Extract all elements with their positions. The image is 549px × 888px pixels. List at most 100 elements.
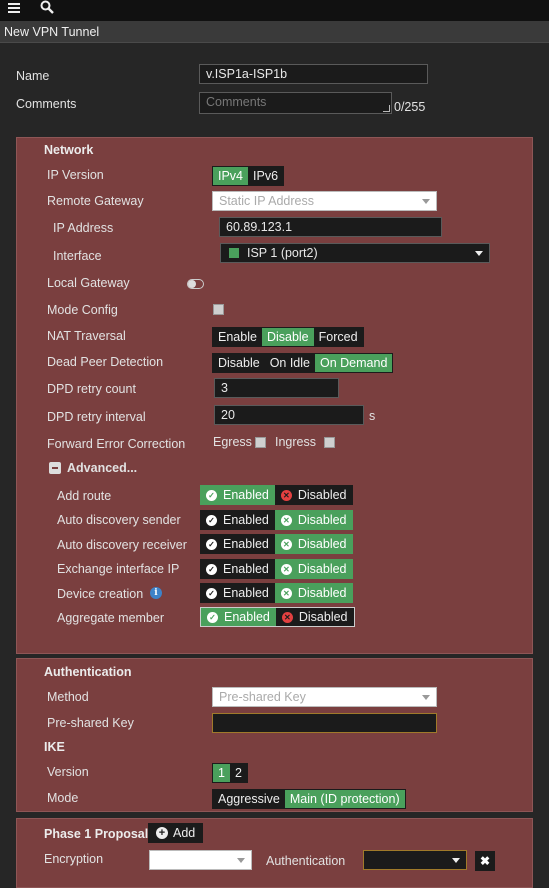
check-icon: ✓ [206, 489, 217, 501]
interface-select[interactable]: ISP 1 (port2) [220, 243, 490, 263]
chevron-down-icon [475, 251, 483, 256]
exchange-interface-ip-label: Exchange interface IP [57, 562, 180, 576]
check-icon: ✓ [206, 563, 217, 575]
check-icon: ✓ [207, 611, 218, 623]
auto-discovery-sender-disabled[interactable]: ✕ Disabled [274, 510, 353, 530]
dpd-disable[interactable]: Disable [213, 354, 265, 372]
ike-version-1[interactable]: 1 [213, 764, 230, 782]
chevron-down-icon [422, 695, 430, 700]
disabled-text: Disabled [297, 537, 347, 551]
dpd-on-demand[interactable]: On Demand [315, 354, 393, 372]
comments-textarea[interactable]: Comments [199, 92, 392, 114]
aggregate-member-disabled[interactable]: ✕ Disabled [276, 608, 354, 626]
psk-input[interactable] [212, 713, 437, 733]
check-icon: ✓ [206, 514, 217, 526]
auto-discovery-receiver-toggle: ✓ Enabled ✕ Disabled [200, 534, 353, 554]
local-gateway-switch[interactable] [187, 279, 204, 289]
add-route-enabled[interactable]: ✓ Enabled [200, 485, 275, 505]
method-select[interactable]: Pre-shared Key [212, 687, 437, 707]
close-icon: ✕ [280, 538, 292, 550]
nat-disable[interactable]: Disable [261, 328, 314, 346]
authentication-heading: Authentication [44, 665, 132, 679]
add-route-disabled[interactable]: ✕ Disabled [275, 485, 353, 505]
fec-egress-checkbox[interactable] [255, 437, 266, 448]
ike-heading: IKE [44, 740, 65, 754]
chevron-down-icon [422, 199, 430, 204]
hamburger-icon[interactable] [8, 2, 20, 14]
disabled-text: Disabled [297, 488, 347, 502]
comments-label: Comments [16, 97, 77, 111]
fec-ingress-checkbox[interactable] [324, 437, 335, 448]
mode-config-label: Mode Config [47, 303, 118, 317]
mode-config-checkbox[interactable] [213, 304, 224, 315]
close-icon: ✕ [280, 563, 292, 575]
auto-discovery-receiver-disabled[interactable]: ✕ Disabled [274, 534, 353, 554]
enabled-text: Enabled [223, 586, 269, 600]
nat-traversal-label: NAT Traversal [47, 329, 126, 343]
enabled-text: Enabled [223, 513, 269, 527]
fec-egress-label: Egress [213, 435, 252, 449]
exchange-interface-ip-disabled[interactable]: ✕ Disabled [274, 559, 353, 579]
ike-version-2[interactable]: 2 [230, 764, 247, 782]
check-icon: ✓ [206, 587, 217, 599]
encryption-select[interactable] [149, 850, 252, 870]
auto-discovery-sender-toggle: ✓ Enabled ✕ Disabled [200, 510, 353, 530]
device-creation-disabled[interactable]: ✕ Disabled [274, 583, 353, 603]
disabled-text: Disabled [297, 562, 347, 576]
ike-version-label: Version [47, 765, 89, 779]
auto-discovery-receiver-enabled[interactable]: ✓ Enabled [200, 534, 275, 554]
aggregate-member-label: Aggregate member [57, 611, 165, 625]
close-icon: ✕ [281, 611, 293, 623]
fec-label: Forward Error Correction [47, 437, 186, 451]
page-title-bar: New VPN Tunnel [0, 21, 549, 43]
ip-version-toggle: IPv4 IPv6 [212, 166, 285, 186]
remote-gateway-value: Static IP Address [219, 194, 314, 208]
advanced-toggle[interactable]: Advanced... [67, 461, 137, 475]
dpd-retry-interval-input[interactable]: 20 [214, 405, 364, 425]
interface-value: ISP 1 (port2) [247, 246, 318, 260]
dpd-on-idle[interactable]: On Idle [265, 354, 315, 372]
remove-proposal-button[interactable]: ✖ [475, 851, 495, 871]
dpd-retry-interval-unit: s [369, 409, 376, 423]
add-proposal-button[interactable]: + Add [148, 823, 204, 843]
local-gateway-label: Local Gateway [47, 276, 130, 290]
authentication-select[interactable] [363, 850, 467, 870]
add-proposal-label: Add [173, 826, 196, 840]
aggregate-member-enabled[interactable]: ✓ Enabled [201, 608, 276, 626]
authentication-label: Authentication [266, 854, 346, 868]
exchange-interface-ip-enabled[interactable]: ✓ Enabled [200, 559, 275, 579]
enabled-text: Enabled [223, 562, 269, 576]
phase1-heading: Phase 1 Proposal [44, 827, 149, 841]
nat-enable[interactable]: Enable [213, 328, 262, 346]
ip-version-ipv4[interactable]: IPv4 [213, 167, 249, 185]
check-icon: ✓ [206, 538, 217, 550]
network-port-icon [229, 248, 239, 258]
ip-version-ipv6[interactable]: IPv6 [248, 167, 283, 185]
disabled-text: Disabled [298, 610, 348, 624]
chevron-down-icon [452, 858, 460, 863]
fec-ingress-label: Ingress [275, 435, 316, 449]
device-creation-enabled[interactable]: ✓ Enabled [200, 583, 275, 603]
switch-knob [188, 280, 196, 288]
collapse-icon[interactable] [49, 462, 61, 474]
disabled-text: Disabled [297, 513, 347, 527]
auto-discovery-sender-enabled[interactable]: ✓ Enabled [200, 510, 275, 530]
device-creation-label: Device creation [57, 587, 144, 601]
search-icon[interactable] [40, 0, 54, 14]
info-icon[interactable]: i [150, 587, 162, 599]
close-icon: ✖ [479, 854, 491, 868]
chevron-down-icon [237, 858, 245, 863]
ike-mode-main[interactable]: Main (ID protection) [284, 790, 405, 808]
nat-forced[interactable]: Forced [314, 328, 363, 346]
resize-handle-icon[interactable] [383, 105, 390, 112]
dpd-retry-count-input[interactable]: 3 [214, 378, 339, 398]
enabled-text: Enabled [224, 610, 270, 624]
ip-address-input[interactable]: 60.89.123.1 [219, 217, 442, 237]
add-route-label: Add route [57, 489, 112, 503]
name-input[interactable]: v.ISP1a-ISP1b [199, 64, 428, 84]
enabled-text: Enabled [223, 537, 269, 551]
add-route-toggle: ✓ Enabled ✕ Disabled [200, 485, 353, 505]
remote-gateway-select[interactable]: Static IP Address [212, 191, 437, 211]
ike-mode-aggressive[interactable]: Aggressive [213, 790, 285, 808]
close-icon: ✕ [280, 514, 292, 526]
